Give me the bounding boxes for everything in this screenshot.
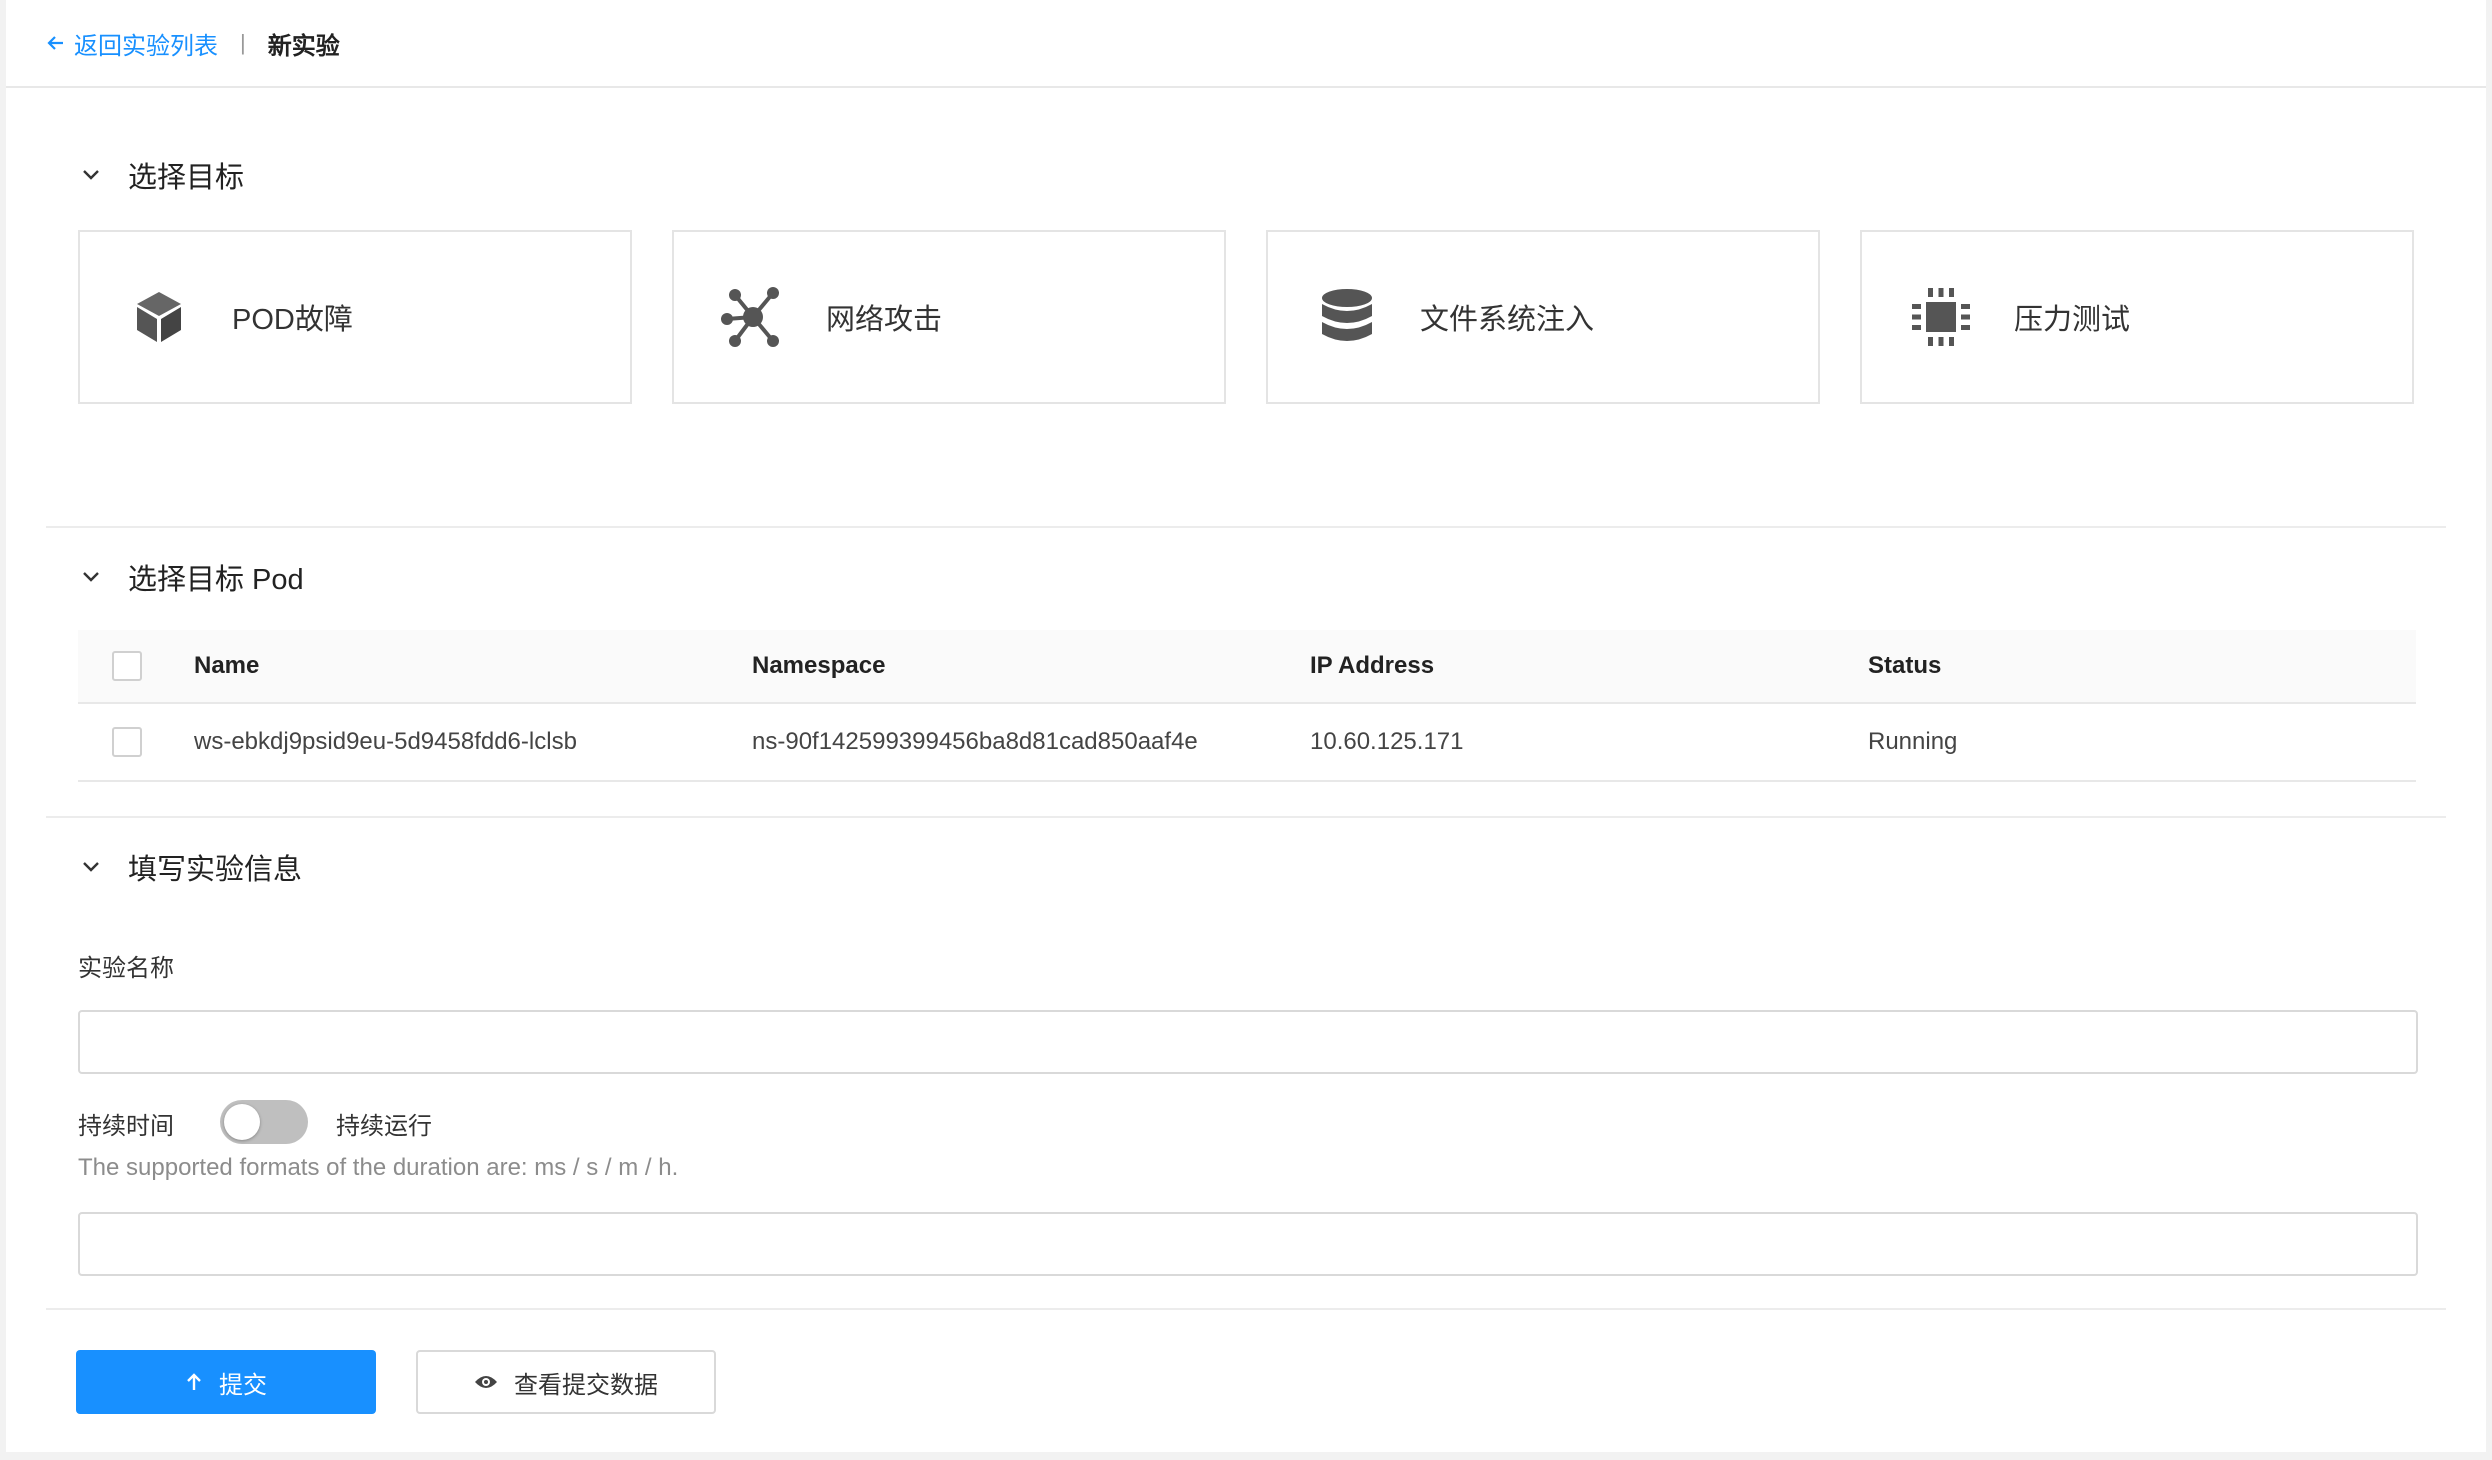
section-toggle-target-pod[interactable]: 选择目标 Pod bbox=[80, 556, 304, 598]
target-label-pod: POD故障 bbox=[232, 304, 353, 336]
table-row[interactable]: ws-ebkdj9psid9eu-5d9458fdd6-lclsb ns-90f… bbox=[78, 704, 2416, 782]
preview-submit-data-button[interactable]: 查看提交数据 bbox=[416, 1350, 716, 1414]
experiment-name-input[interactable] bbox=[78, 1010, 2418, 1074]
continuous-run-label: 持续运行 bbox=[336, 1113, 432, 1140]
chevron-down-icon bbox=[83, 862, 99, 872]
target-label-network: 网络攻击 bbox=[826, 304, 943, 336]
section-toggle-target[interactable]: 选择目标 bbox=[80, 154, 244, 196]
section-title-target-pod: 选择目标 Pod bbox=[128, 564, 304, 596]
duration-label: 持续时间 bbox=[78, 1113, 174, 1140]
chevron-down-icon bbox=[83, 170, 99, 180]
column-header-name: Name bbox=[194, 652, 260, 679]
breadcrumb: 返回实验列表 | 新实验 bbox=[6, 0, 2486, 88]
row-checkbox[interactable] bbox=[112, 727, 142, 757]
target-label-filesystem: 文件系统注入 bbox=[1420, 304, 1595, 336]
network-hub-icon bbox=[718, 282, 788, 352]
arrow-left-icon bbox=[47, 36, 63, 50]
back-label: 返回实验列表 bbox=[74, 32, 218, 60]
column-header-ip: IP Address bbox=[1310, 652, 1435, 679]
section-divider bbox=[46, 1308, 2446, 1310]
cell-ip: 10.60.125.171 bbox=[1310, 728, 1464, 755]
submit-button[interactable]: 提交 bbox=[76, 1350, 376, 1414]
section-toggle-info[interactable]: 填写实验信息 bbox=[80, 846, 302, 888]
preview-label: 查看提交数据 bbox=[514, 1371, 658, 1399]
cell-status: Running bbox=[1868, 728, 1958, 755]
toggle-knob bbox=[224, 1104, 260, 1140]
target-card-stress[interactable]: 压力测试 bbox=[1860, 230, 2414, 404]
duration-hint: The supported formats of the duration ar… bbox=[78, 1154, 679, 1181]
section-title-info: 填写实验信息 bbox=[128, 854, 303, 886]
cell-namespace: ns-90f142599399456ba8d81cad850aaf4e bbox=[752, 728, 1198, 755]
target-card-pod[interactable]: POD故障 bbox=[78, 230, 632, 404]
target-card-filesystem[interactable]: 文件系统注入 bbox=[1266, 230, 1820, 404]
target-card-network[interactable]: 网络攻击 bbox=[672, 230, 1226, 404]
submit-label: 提交 bbox=[219, 1371, 267, 1399]
chevron-down-icon bbox=[83, 572, 99, 582]
section-divider bbox=[46, 816, 2446, 818]
section-title-target: 选择目标 bbox=[128, 162, 245, 194]
duration-input[interactable] bbox=[78, 1212, 2418, 1276]
cell-name: ws-ebkdj9psid9eu-5d9458fdd6-lclsb bbox=[194, 728, 577, 755]
continuous-run-toggle[interactable] bbox=[220, 1100, 308, 1144]
experiment-name-label: 实验名称 bbox=[78, 955, 174, 982]
column-header-status: Status bbox=[1868, 652, 1942, 679]
database-icon bbox=[1312, 282, 1382, 352]
cube-icon bbox=[124, 282, 194, 352]
page-title: 新实验 bbox=[267, 32, 340, 60]
select-all-checkbox[interactable] bbox=[112, 651, 142, 681]
pod-table: Name Namespace IP Address Status ws-ebkd… bbox=[78, 630, 2416, 782]
target-label-stress: 压力测试 bbox=[2014, 304, 2131, 336]
page: 返回实验列表 | 新实验 选择目标 POD故障 网络攻击 文件系统注入 压力测试… bbox=[6, 0, 2486, 1452]
table-header: Name Namespace IP Address Status bbox=[78, 630, 2416, 704]
column-header-namespace: Namespace bbox=[752, 652, 886, 679]
arrow-up-icon bbox=[187, 1373, 201, 1390]
cpu-chip-icon bbox=[1906, 282, 1976, 352]
breadcrumb-separator: | bbox=[240, 30, 246, 55]
back-to-list-link[interactable]: 返回实验列表 bbox=[46, 26, 218, 61]
eye-icon bbox=[475, 1376, 497, 1388]
section-divider bbox=[46, 526, 2446, 528]
